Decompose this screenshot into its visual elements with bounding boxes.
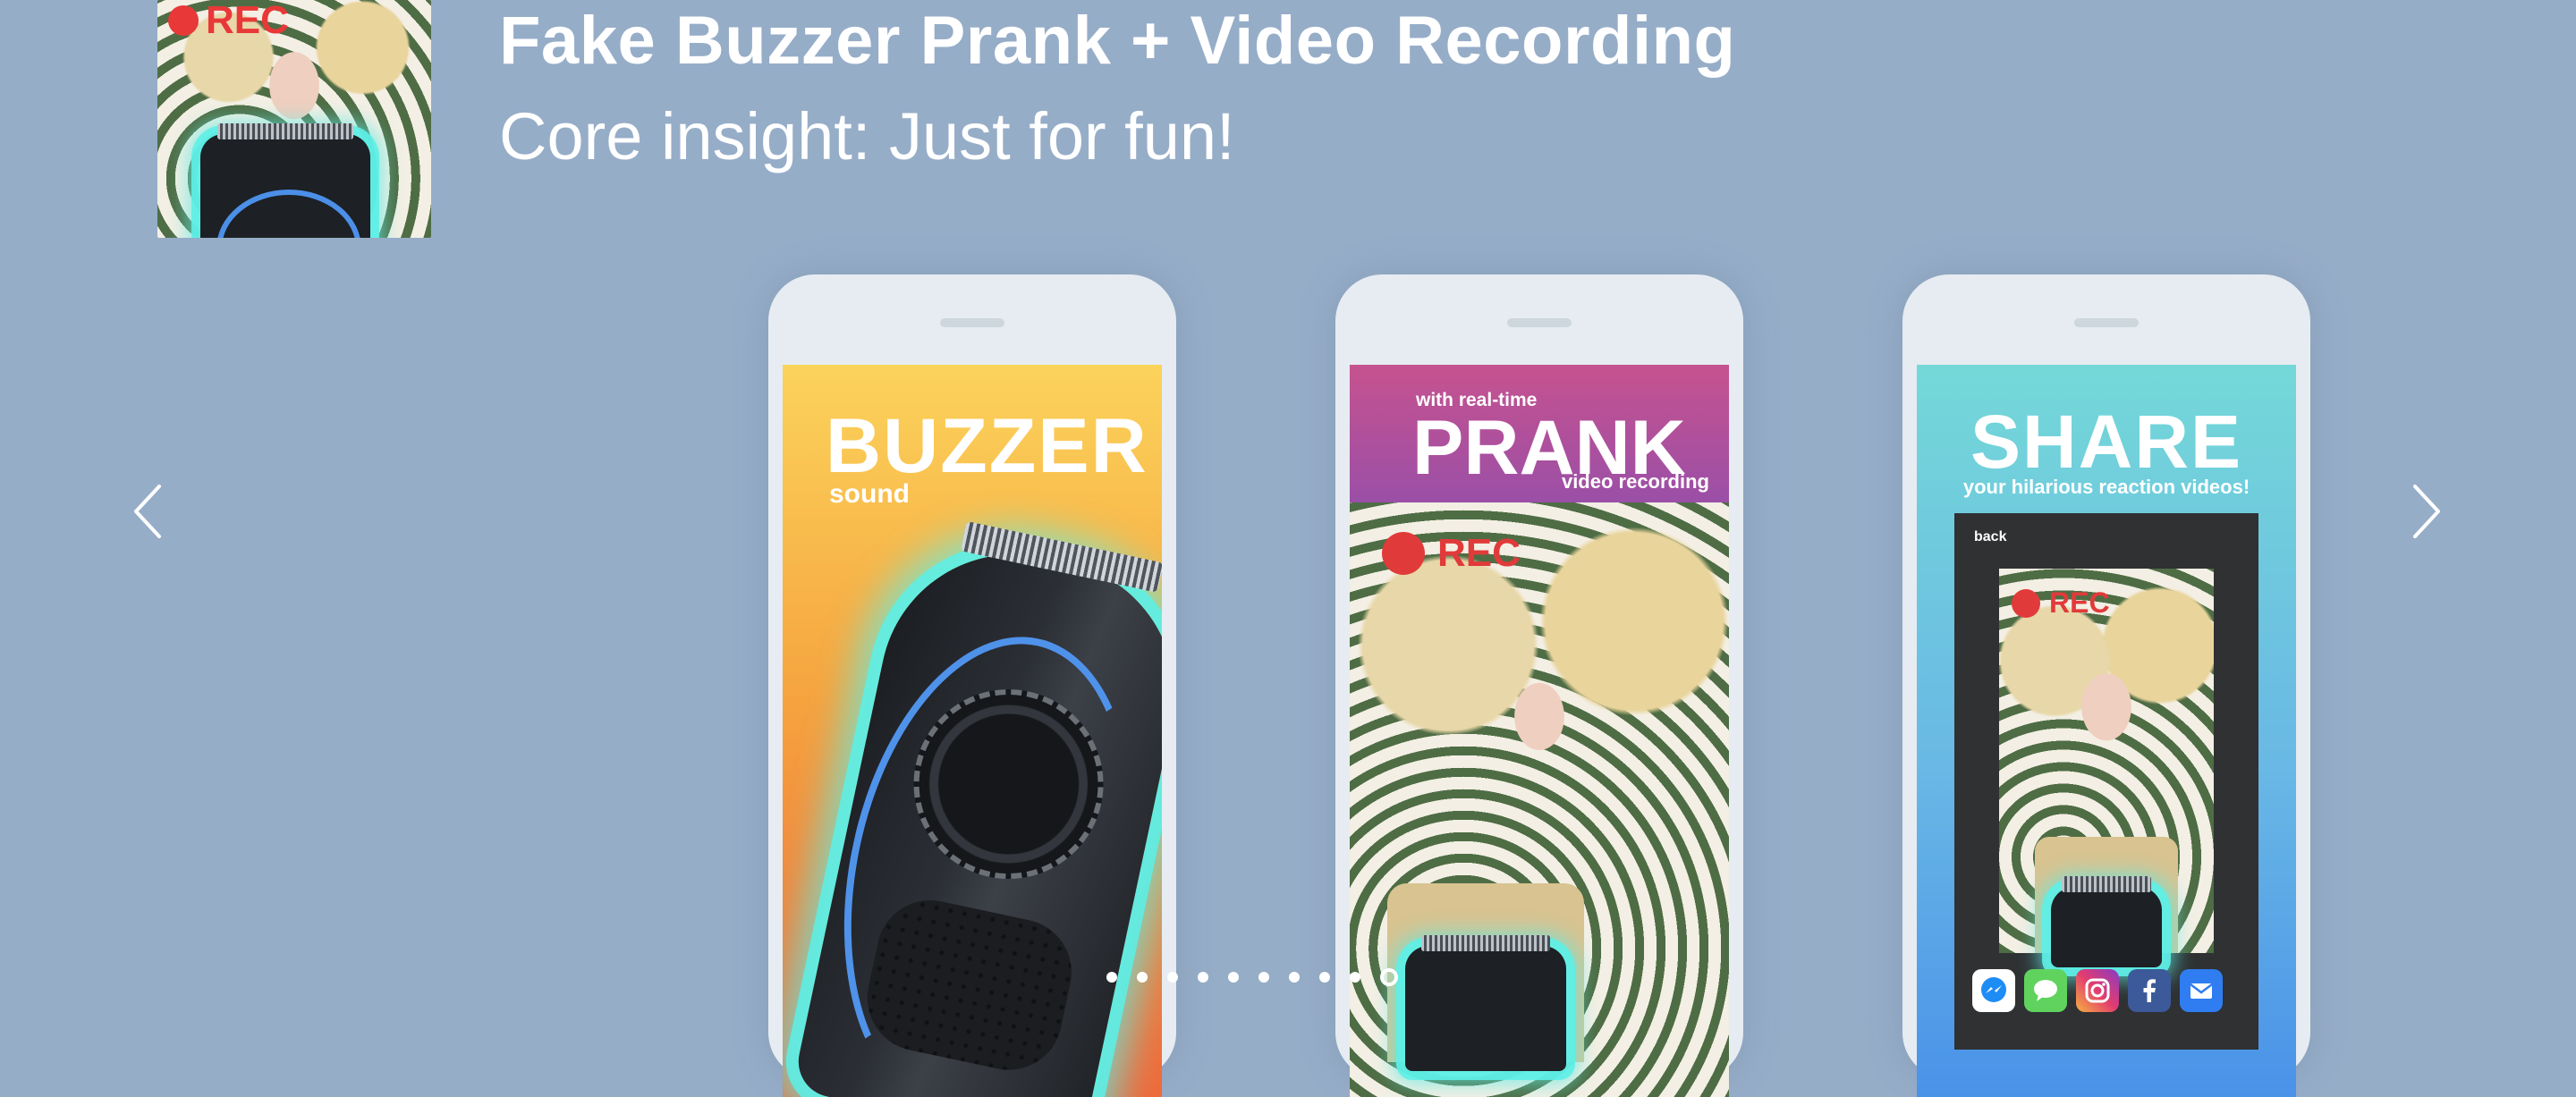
carousel-dot[interactable] [1167,972,1178,983]
phone-speaker [940,318,1004,327]
chevron-left-icon [134,485,161,538]
carousel-prev-button[interactable] [120,476,174,547]
carousel-dot[interactable] [1289,972,1300,983]
rec-dot-icon [2012,588,2040,618]
trimmer-blade [1421,935,1550,951]
rec-indicator: REC [168,0,289,43]
trimmer-blade [217,123,353,139]
phone-mockup-prank: with real-time PRANK video recording REC [1335,274,1743,1097]
trimmer-blade [2062,876,2151,892]
messages-icon[interactable] [2024,969,2067,1012]
rec-dot-icon [1382,532,1425,575]
trimmer-icon [792,520,1162,1097]
mail-icon[interactable] [2180,969,2223,1012]
page-title: Fake Buzzer Prank + Video Recording [499,3,1736,79]
phone-mockup-share: SHARE your hilarious reaction videos! ba… [1902,274,2310,1097]
phone-speaker [1507,318,1572,327]
slide-prank: with real-time PRANK video recording REC [1350,365,1729,1097]
rec-label: REC [206,0,289,42]
trimmer-blade [961,520,1162,593]
slide-buzzer: BUZZER sound [783,365,1162,1097]
carousel-dot[interactable] [1350,972,1360,983]
handheld-phone [1387,883,1584,1071]
slide-heading: BUZZER [826,403,1148,489]
trimmer-icon [200,123,370,238]
phone-mockup-buzzer: BUZZER sound [768,274,1176,1097]
carousel-dot[interactable] [1258,972,1269,983]
trimmer-icon [1405,935,1566,1071]
slide-subheading: sound [829,479,910,509]
back-link[interactable]: back [1974,529,2006,545]
instagram-icon[interactable] [2076,969,2119,1012]
trimmer-icon [2051,876,2162,967]
carousel-pagination [1106,968,1398,986]
chevron-right-icon [2413,485,2440,538]
rec-indicator: REC [1382,531,1521,576]
rec-indicator: REC [2012,586,2110,620]
facebook-icon[interactable] [2128,969,2171,1012]
carousel-next-button[interactable] [2401,476,2454,547]
phone-speaker [2074,318,2139,327]
header-thumbnail: REC [157,0,431,238]
rec-label: REC [2049,586,2110,619]
handheld-phone [2035,837,2178,967]
page-subtitle: Core insight: Just for fun! [499,99,1235,173]
carousel-dot[interactable] [1319,972,1330,983]
carousel-dot[interactable] [1198,972,1208,983]
slide-subheading: video recording [1561,470,1709,493]
rec-label: REC [1437,531,1521,575]
slide-heading: SHARE [1970,400,2243,484]
carousel-dot[interactable] [1137,972,1148,983]
carousel-dot[interactable] [1380,968,1398,986]
trimmer-ring [216,190,361,238]
slide-share: SHARE your hilarious reaction videos! ba… [1917,365,2296,1097]
rec-dot-icon [168,5,199,36]
carousel-dot[interactable] [1106,972,1117,983]
video-preview: REC [1999,569,2214,967]
slide-subheading: your hilarious reaction videos! [1962,476,2250,498]
share-targets [1972,969,2223,1012]
carousel-dot[interactable] [1228,972,1239,983]
messenger-icon[interactable] [1972,969,2015,1012]
